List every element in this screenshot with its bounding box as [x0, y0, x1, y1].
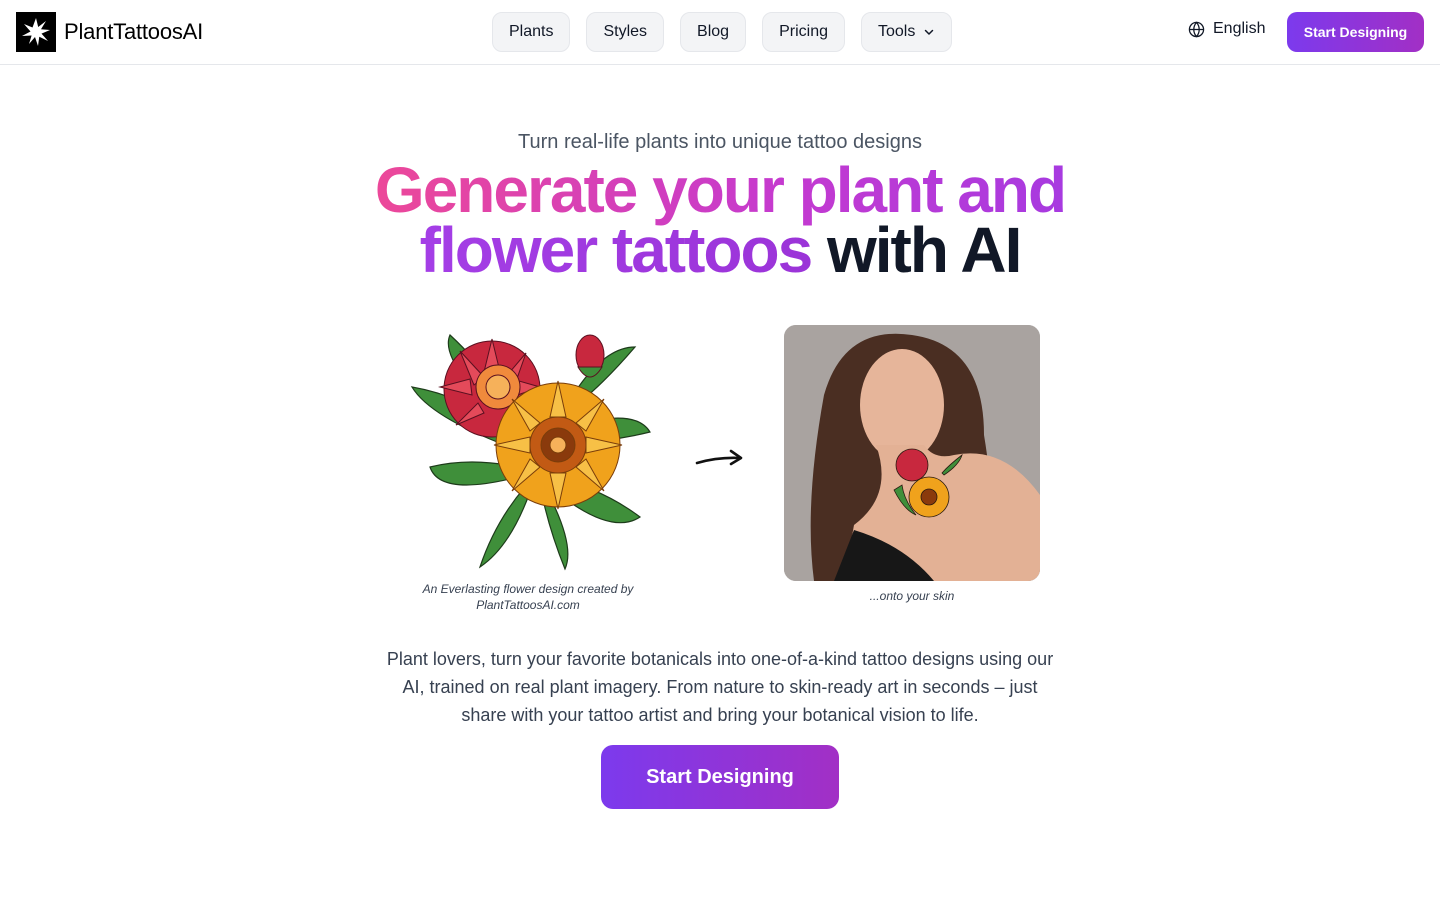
arrow-right-icon: [695, 449, 743, 466]
photo-caption: ...onto your skin: [869, 589, 955, 603]
starburst-logo-icon: [16, 12, 56, 52]
header-start-designing-button[interactable]: Start Designing: [1287, 12, 1424, 52]
nav-pricing[interactable]: Pricing: [762, 12, 845, 52]
hero-headline: Generate your plant and flower tattoos w…: [0, 158, 1440, 282]
woman-tattoo-photo: [784, 325, 1040, 581]
nav-tools-dropdown[interactable]: Tools: [860, 12, 953, 52]
hero-description: Plant lovers, turn your favorite botanic…: [386, 649, 1054, 725]
hero-eyebrow: Turn real-life plants into unique tattoo…: [518, 131, 922, 153]
nav-tools-label: Tools: [877, 23, 916, 40]
language-selector[interactable]: English: [1188, 20, 1265, 38]
main-nav: Plants Styles Blog Pricing Tools: [492, 12, 953, 52]
headline-highlight: flower tattoos: [419, 214, 814, 286]
headline-suffix: with AI: [811, 214, 1022, 286]
nav-styles[interactable]: Styles: [586, 12, 665, 52]
globe-icon: [1188, 20, 1205, 38]
flower-tattoo-design-image: [400, 317, 656, 573]
chevron-down-icon: [925, 29, 934, 35]
brand-name: PlantTattoosAI: [64, 19, 204, 44]
brand-link[interactable]: PlantTattoosAI: [16, 12, 203, 52]
language-label: English: [1213, 20, 1266, 37]
hero-start-designing-button[interactable]: Start Designing: [601, 745, 839, 809]
flower-design-caption: An Everlasting flower design created by …: [422, 582, 634, 612]
nav-blog[interactable]: Blog: [680, 12, 747, 52]
site-header: PlantTattoosAI Plants Styles Blog Pricin…: [0, 0, 1440, 65]
nav-plants[interactable]: Plants: [492, 12, 571, 52]
